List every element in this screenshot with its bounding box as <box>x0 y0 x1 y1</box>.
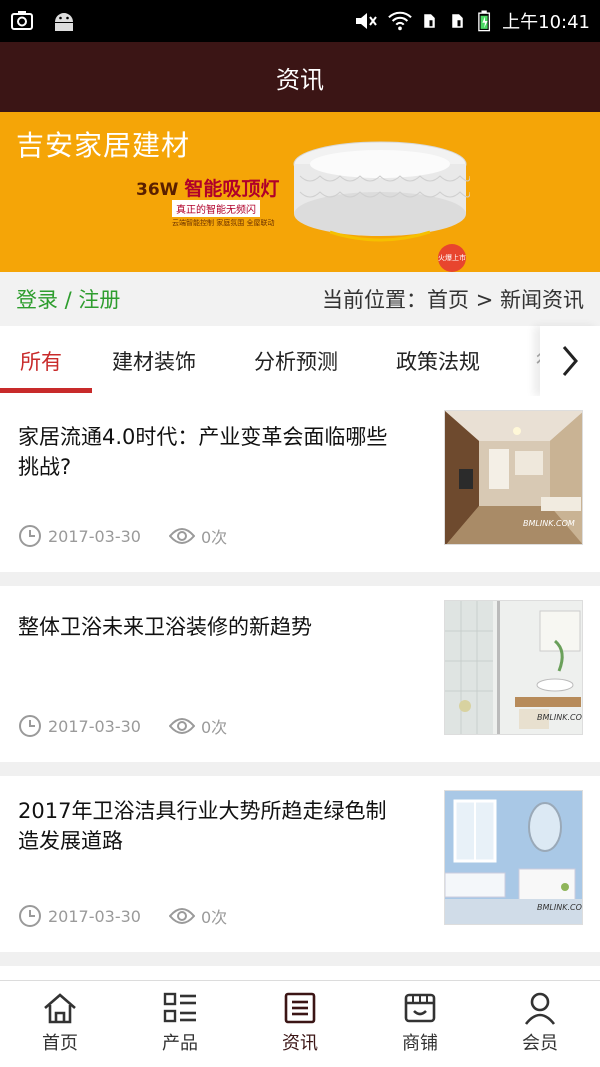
promo-banner[interactable]: 吉安家居建材 36W 智能吸顶灯 真正的智能无频闪 云端智能控制 家庭氛围 全屋… <box>0 112 600 272</box>
location-bar: 登录 / 注册 当前位置：首页 > 新闻资讯 <box>0 272 600 326</box>
breadcrumb: 当前位置：首页 > 新闻资讯 <box>322 288 584 312</box>
clock-icon <box>19 715 41 737</box>
sim1-icon <box>424 14 435 28</box>
article-meta: 2017-03-30 0次 <box>18 524 227 548</box>
nav-store-label: 商铺 <box>402 1033 438 1054</box>
banner-small-text: 云端智能控制 家庭氛围 全屋联动 <box>172 219 275 227</box>
article-views: 0次 <box>200 908 228 927</box>
mute-icon <box>356 13 377 29</box>
wifi-icon <box>388 11 412 31</box>
nav-news[interactable]: 资讯 <box>240 981 360 1067</box>
thumbnail-watermark: BMLINK.COM <box>523 519 575 528</box>
category-tabs: 所有 建材装饰 分析预测 政策法规 行 <box>0 326 600 396</box>
title-bar: 资讯 <box>0 42 600 112</box>
article-date: 2017-03-30 <box>48 906 141 926</box>
clock-icon <box>19 905 41 927</box>
article-date: 2017-03-30 <box>48 526 141 546</box>
eye-icon <box>168 908 195 924</box>
android-icon <box>55 13 73 31</box>
banner-product-highlight: 智能吸顶灯 <box>184 178 280 200</box>
chevron-right-icon <box>562 346 578 376</box>
article-views: 0次 <box>200 528 228 547</box>
hot-badge: 火爆上市 <box>438 244 466 272</box>
article-meta: 2017-03-30 0次 <box>18 714 227 738</box>
page-title: 资讯 <box>276 65 324 94</box>
tab-all[interactable]: 所有 <box>20 346 62 376</box>
tab-building-decoration[interactable]: 建材装饰 <box>112 346 196 376</box>
tab-policy-regulation[interactable]: 政策法规 <box>396 346 480 376</box>
eye-icon <box>168 718 195 734</box>
grid-list-icon <box>163 992 196 1023</box>
nav-home-label: 首页 <box>42 1033 78 1054</box>
banner-slogan: 真正的智能无频闪 <box>172 200 260 217</box>
nav-products[interactable]: 产品 <box>120 981 240 1067</box>
thumbnail-watermark: BMLINK.COM <box>537 713 582 722</box>
article-title[interactable]: 2017年卫浴洁具行业大势所趋走绿色制造发展道路 <box>18 796 398 856</box>
battery-icon <box>478 10 491 32</box>
article-item[interactable]: 家居流通4.0时代：产业变革会面临哪些挑战? 2017-03-30 0次 BML… <box>0 396 600 586</box>
sim2-icon <box>452 14 463 28</box>
nav-member-label: 会员 <box>522 1033 558 1054</box>
article-date: 2017-03-30 <box>48 716 141 736</box>
nav-products-label: 产品 <box>162 1033 198 1054</box>
nav-store[interactable]: 商铺 <box>360 981 480 1067</box>
login-register-link[interactable]: 登录 / 注册 <box>16 284 120 314</box>
nav-member[interactable]: 会员 <box>480 981 600 1067</box>
active-tab-indicator <box>0 388 92 393</box>
banner-title: 吉安家居建材 <box>16 129 191 162</box>
article-thumbnail[interactable]: BMLINK.COM <box>444 410 583 545</box>
user-icon <box>524 992 556 1025</box>
nav-home[interactable]: 首页 <box>0 981 120 1067</box>
store-icon <box>404 993 436 1023</box>
tab-analysis-forecast[interactable]: 分析预测 <box>254 346 338 376</box>
news-icon <box>284 992 316 1024</box>
article-title[interactable]: 家居流通4.0时代：产业变革会面临哪些挑战? <box>18 422 398 482</box>
status-bar: 上午10:41 <box>0 0 600 42</box>
thumbnail-watermark: BMLINK.COM <box>537 903 582 912</box>
article-title[interactable]: 整体卫浴未来卫浴装修的新趋势 <box>18 612 398 642</box>
clock: 上午10:41 <box>502 12 590 33</box>
nav-news-label: 资讯 <box>282 1033 318 1054</box>
article-list: 家居流通4.0时代：产业变革会面临哪些挑战? 2017-03-30 0次 BML… <box>0 396 600 1006</box>
screenshot-icon <box>11 11 33 30</box>
banner-product: 36W 智能吸顶灯 <box>136 174 279 201</box>
article-views: 0次 <box>200 718 228 737</box>
ceiling-lamp-image <box>293 141 470 242</box>
clock-icon <box>19 525 41 547</box>
article-item[interactable]: 整体卫浴未来卫浴装修的新趋势 2017-03-30 0次 BMLINK.CO <box>0 586 600 776</box>
article-thumbnail[interactable]: BMLINK.COM <box>444 600 583 735</box>
home-icon <box>44 993 76 1024</box>
article-thumbnail[interactable]: BMLINK.COM <box>444 790 583 925</box>
eye-icon <box>168 528 195 544</box>
banner-product-prefix: 36W <box>136 180 179 200</box>
article-item[interactable]: 2017年卫浴洁具行业大势所趋走绿色制造发展道路 2017-03-30 0次 B… <box>0 776 600 966</box>
bottom-nav: 首页 产品 资讯 商铺 会员 <box>0 980 600 1067</box>
article-meta: 2017-03-30 0次 <box>18 904 227 928</box>
tabs-scroll-right-button[interactable] <box>540 326 600 396</box>
